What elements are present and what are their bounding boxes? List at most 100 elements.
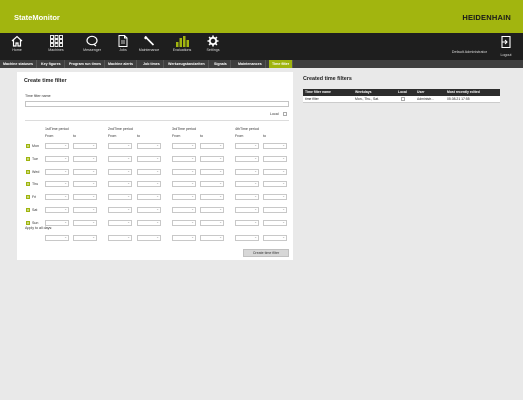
from-select[interactable]: ⌄ (45, 169, 69, 175)
to-select[interactable]: ⌄ (200, 156, 224, 162)
to-select[interactable]: ⌄ (200, 220, 224, 226)
apply-to-select[interactable]: ⌄ (137, 235, 161, 241)
day-checkbox[interactable] (26, 170, 30, 174)
toolbar-settings-button[interactable]: Settings (198, 35, 228, 59)
from-select[interactable]: ⌄ (235, 194, 259, 200)
to-select[interactable]: ⌄ (73, 220, 97, 226)
tab-time-filter[interactable]: Time filter (269, 60, 294, 68)
to-select[interactable]: ⌄ (263, 169, 287, 175)
to-select[interactable]: ⌄ (200, 207, 224, 213)
column-header-weekdays[interactable]: Weekdays (353, 89, 395, 96)
apply-to-select[interactable]: ⌄ (73, 235, 97, 241)
local-checkbox[interactable] (283, 112, 287, 116)
to-select[interactable]: ⌄ (73, 194, 97, 200)
to-select[interactable]: ⌄ (137, 169, 161, 175)
tab-program-run-times[interactable]: Program run times (66, 60, 105, 68)
to-select[interactable]: ⌄ (200, 169, 224, 175)
from-select[interactable]: ⌄ (45, 156, 69, 162)
to-select[interactable]: ⌄ (73, 169, 97, 175)
from-select[interactable]: ⌄ (172, 220, 196, 226)
tab-werkzeugstandzeiten[interactable]: Werkzeugstandzeiten (165, 60, 209, 68)
day-checkbox[interactable] (26, 144, 30, 148)
to-select[interactable]: ⌄ (263, 156, 287, 162)
apply-from-select[interactable]: ⌄ (45, 235, 69, 241)
logout-button[interactable]: Logout (495, 35, 517, 57)
from-select[interactable]: ⌄ (45, 194, 69, 200)
column-header-user[interactable]: User (415, 89, 444, 96)
apply-from-select[interactable]: ⌄ (235, 235, 259, 241)
from-select[interactable]: ⌄ (45, 207, 69, 213)
create-time-filter-button[interactable]: Create time filter (243, 249, 289, 257)
to-select[interactable]: ⌄ (137, 207, 161, 213)
to-select[interactable]: ⌄ (73, 207, 97, 213)
to-select[interactable]: ⌄ (200, 181, 224, 187)
day-checkbox[interactable] (26, 182, 30, 186)
tab-key-figures[interactable]: Key figures (38, 60, 65, 68)
time-filter-name-input[interactable] (25, 101, 289, 107)
to-select[interactable]: ⌄ (200, 143, 224, 149)
to-select[interactable]: ⌄ (263, 181, 287, 187)
to-select[interactable]: ⌄ (73, 143, 97, 149)
to-select[interactable]: ⌄ (263, 220, 287, 226)
apply-to-select[interactable]: ⌄ (200, 235, 224, 241)
from-select[interactable]: ⌄ (172, 143, 196, 149)
to-select[interactable]: ⌄ (137, 220, 161, 226)
toolbar-home-button[interactable]: Home (2, 35, 32, 59)
to-select[interactable]: ⌄ (137, 194, 161, 200)
tab-job-times[interactable]: Job times (140, 60, 164, 68)
to-select[interactable]: ⌄ (73, 181, 97, 187)
day-checkbox[interactable] (26, 157, 30, 161)
from-select[interactable]: ⌄ (108, 207, 132, 213)
tab-maintenances[interactable]: Maintenances (235, 60, 266, 68)
from-select[interactable]: ⌄ (108, 220, 132, 226)
from-select[interactable]: ⌄ (172, 207, 196, 213)
toolbar-machines-button[interactable]: Machines (41, 35, 71, 59)
from-select[interactable]: ⌄ (235, 169, 259, 175)
from-select[interactable]: ⌄ (235, 156, 259, 162)
from-select[interactable]: ⌄ (108, 194, 132, 200)
apply-to-select[interactable]: ⌄ (263, 235, 287, 241)
from-select[interactable]: ⌄ (235, 143, 259, 149)
to-select[interactable]: ⌄ (73, 156, 97, 162)
chevron-down-icon: ⌄ (254, 156, 257, 160)
tab-machine-alerts[interactable]: Machine alerts (105, 60, 137, 68)
chevron-down-icon: ⌄ (191, 143, 194, 147)
to-select[interactable]: ⌄ (263, 207, 287, 213)
from-select[interactable]: ⌄ (172, 169, 196, 175)
from-select[interactable]: ⌄ (172, 194, 196, 200)
to-select[interactable]: ⌄ (137, 156, 161, 162)
column-header-local[interactable]: Local (396, 89, 414, 96)
day-checkbox[interactable] (26, 208, 30, 212)
from-select[interactable]: ⌄ (108, 169, 132, 175)
apply-from-select[interactable]: ⌄ (108, 235, 132, 241)
toolbar-messenger-button[interactable]: Messenger (77, 35, 107, 59)
from-select[interactable]: ⌄ (172, 181, 196, 187)
tab-signals[interactable]: Signals (211, 60, 231, 68)
table-row[interactable]: time filter Mon., Thu., Sat. Administr..… (303, 96, 500, 103)
to-select[interactable]: ⌄ (137, 143, 161, 149)
toolbar-maintenance-button[interactable]: Maintenance (134, 35, 164, 59)
from-select[interactable]: ⌄ (108, 181, 132, 187)
from-select[interactable]: ⌄ (45, 181, 69, 187)
to-select[interactable]: ⌄ (137, 181, 161, 187)
toolbar-evaluations-button[interactable]: Evaluations (167, 35, 197, 59)
to-select[interactable]: ⌄ (263, 194, 287, 200)
from-select[interactable]: ⌄ (235, 220, 259, 226)
chevron-down-icon: ⌄ (254, 181, 257, 185)
day-checkbox[interactable] (26, 221, 30, 225)
from-select[interactable]: ⌄ (235, 181, 259, 187)
to-select[interactable]: ⌄ (263, 143, 287, 149)
logout-label: Logout (500, 53, 512, 57)
day-checkbox[interactable] (26, 195, 30, 199)
from-select[interactable]: ⌄ (108, 156, 132, 162)
to-select[interactable]: ⌄ (200, 194, 224, 200)
column-header-name[interactable]: Time filter name (303, 89, 351, 96)
from-select[interactable]: ⌄ (172, 156, 196, 162)
apply-from-select[interactable]: ⌄ (172, 235, 196, 241)
from-select[interactable]: ⌄ (235, 207, 259, 213)
cell-local-checkbox[interactable] (401, 97, 405, 101)
column-header-edited[interactable]: Most recently edited (445, 89, 500, 96)
from-select[interactable]: ⌄ (108, 143, 132, 149)
tab-machine-statuses[interactable]: Machine statuses (0, 60, 37, 68)
from-select[interactable]: ⌄ (45, 143, 69, 149)
